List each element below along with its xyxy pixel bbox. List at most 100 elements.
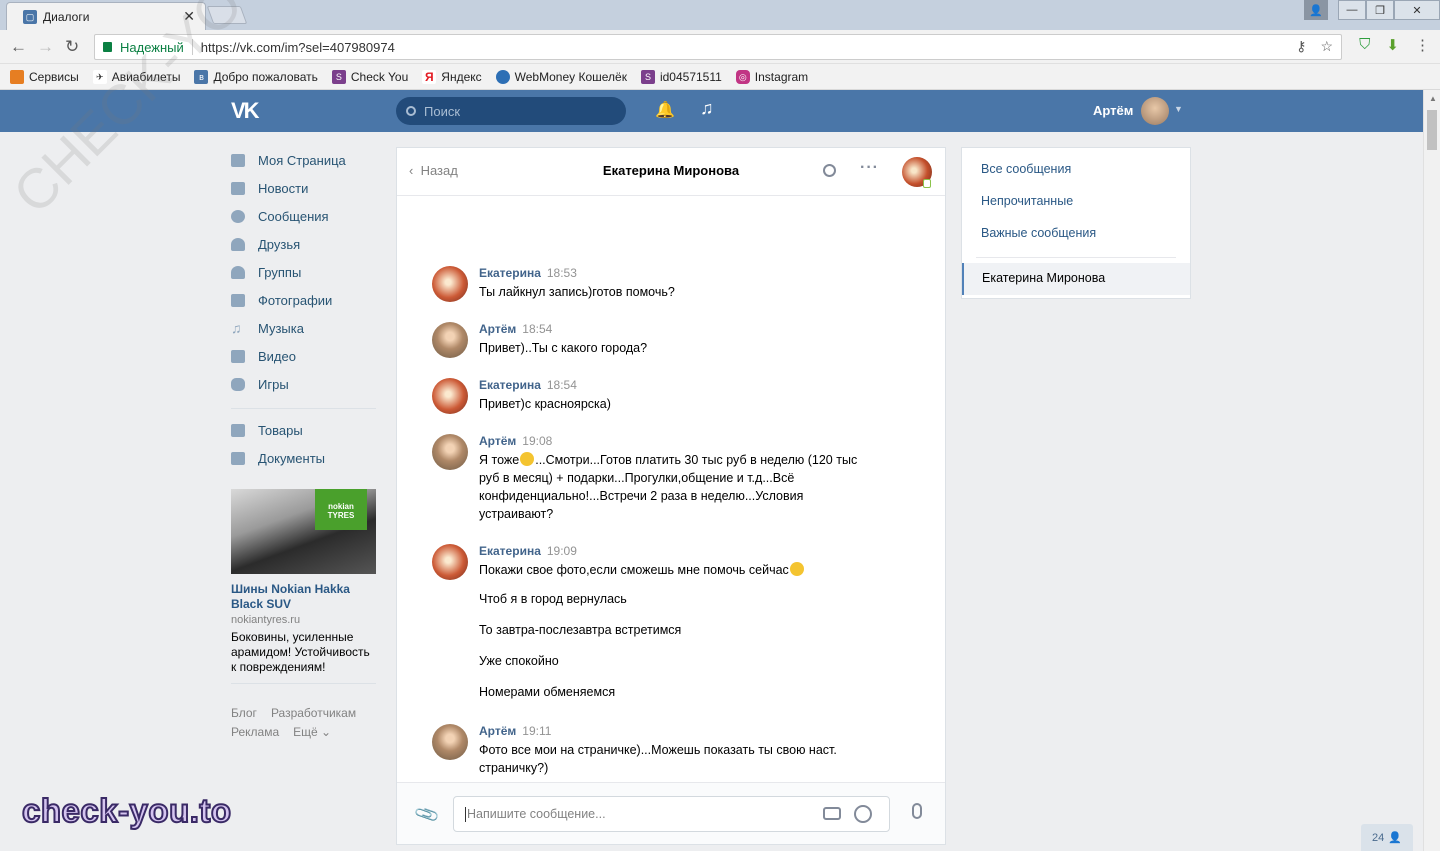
bookmark-star-icon[interactable]: ☆ [1320, 38, 1333, 55]
bookmark-yandex[interactable]: Я Яндекс [422, 69, 482, 84]
window-controls: 👤 — ❐ ✕ [1304, 0, 1440, 20]
active-dialog[interactable]: Екатерина Миронова [962, 263, 1190, 295]
search-icon[interactable] [823, 164, 836, 177]
ad-title[interactable]: Шины Nokian Hakka Black SUV [231, 582, 376, 612]
message-time: 19:08 [522, 434, 553, 448]
left-menu: Моя Страница Новости Сообщения Друзья Гр… [231, 146, 376, 472]
download-extension-icon[interactable]: ⬇ [1386, 36, 1399, 54]
profile-icon[interactable]: 👤 [1304, 0, 1328, 20]
vk-logo-icon[interactable]: VK [231, 98, 260, 124]
menu-item-music[interactable]: ♫ Музыка [231, 314, 376, 342]
online-friends-badge[interactable]: 24 👤 [1361, 824, 1413, 851]
key-icon[interactable]: ⚷ [1296, 38, 1306, 55]
microphone-icon[interactable] [912, 803, 922, 819]
search-input[interactable]: Поиск [396, 97, 626, 125]
video-icon [231, 349, 245, 363]
ad-domain[interactable]: nokiantyres.ru [231, 614, 376, 626]
music-note-icon[interactable]: ♫ [700, 98, 714, 119]
smile-emoji-icon [520, 452, 535, 466]
message-time: 18:53 [546, 266, 577, 280]
paperclip-icon[interactable]: 📎 [413, 801, 441, 829]
message-text: Покажи свое фото,если сможешь мне помочь… [479, 561, 869, 579]
avatar[interactable] [432, 322, 468, 358]
emoji-icon[interactable] [854, 805, 872, 823]
camera-icon[interactable] [823, 807, 841, 820]
scrollbar-thumb[interactable] [1427, 110, 1437, 150]
menu-item-documents[interactable]: Документы [231, 444, 376, 472]
more-dots-icon[interactable]: ··· [860, 159, 879, 177]
menu-dots-icon[interactable]: ⋮ [1415, 36, 1430, 54]
message-list: Екатерина 18:53 Ты лайкнул запись)готов п… [397, 197, 945, 782]
bag-icon [231, 423, 245, 437]
message-author[interactable]: Екатерина 18:53 [479, 266, 577, 280]
footer-dev-link[interactable]: Разработчикам [271, 706, 356, 720]
message-text: Уже спокойно [479, 654, 559, 668]
page-scrollbar[interactable]: ▲ [1423, 90, 1440, 851]
vk-favicon-icon: ▢ [23, 9, 37, 24]
filter-important[interactable]: Важные сообщения [981, 226, 1096, 240]
forward-arrow-icon[interactable]: → [37, 37, 54, 57]
menu-item-my-page[interactable]: Моя Страница [231, 146, 376, 174]
maximize-button[interactable]: ❐ [1366, 0, 1394, 20]
message-time: 18:54 [522, 322, 553, 336]
ad-text: Боковины, усиленные арамидом! Устойчивос… [231, 630, 370, 674]
menu-item-news[interactable]: Новости [231, 174, 376, 202]
menu-item-video[interactable]: Видео [231, 342, 376, 370]
back-arrow-icon[interactable]: ← [10, 37, 27, 57]
messages-icon [231, 209, 245, 223]
filter-all-messages[interactable]: Все сообщения [981, 162, 1071, 176]
url-text[interactable]: https://vk.com/im?sel=407980974 [201, 40, 395, 55]
address-bar[interactable]: Надежный https://vk.com/im?sel=407980974… [94, 34, 1342, 60]
bookmark-id[interactable]: Sid04571511 [640, 69, 722, 84]
close-tab-icon[interactable]: ✕ [183, 8, 195, 25]
ad-block[interactable]: nokian TYRES Шины Nokian Hakka Black SUV … [231, 489, 376, 684]
shield-extension-icon[interactable]: ⛉ [1359, 36, 1370, 54]
menu-item-groups[interactable]: Группы [231, 258, 376, 286]
message-text: Я тоже ...Смотри...Готов платить 30 тыс р… [479, 452, 858, 521]
avatar[interactable] [432, 434, 468, 470]
camera-icon [231, 293, 245, 307]
menu-item-friends[interactable]: Друзья [231, 230, 376, 258]
message-text: То завтра-послезавтра встретимся [479, 623, 682, 637]
scroll-up-icon[interactable]: ▲ [1429, 94, 1437, 103]
message-text: Привет)с красноярска) [479, 397, 611, 411]
new-tab-button[interactable] [206, 6, 248, 24]
menu-item-goods[interactable]: Товары [231, 416, 376, 444]
yandex-icon: Я [422, 69, 437, 84]
browser-toolbar: ← → ↻ Надежный https://vk.com/im?sel=407… [0, 30, 1440, 64]
bookmark-services[interactable]: Сервисы [10, 69, 79, 84]
filter-unread[interactable]: Непрочитанные [981, 194, 1073, 208]
avatar[interactable] [1141, 97, 1169, 125]
bookmark-instagram[interactable]: ◎ Instagram [735, 69, 808, 84]
message-author[interactable]: Артём 19:08 [479, 434, 552, 448]
minimize-button[interactable]: — [1338, 0, 1366, 20]
checkyou-icon: S [331, 69, 346, 84]
menu-item-photos[interactable]: Фотографии [231, 286, 376, 314]
chevron-down-icon[interactable]: ▼ [1174, 104, 1183, 114]
message-time: 18:54 [546, 378, 577, 392]
header-user-name[interactable]: Артём [1093, 103, 1133, 118]
ad-image[interactable]: nokian TYRES [231, 489, 376, 574]
footer-blog-link[interactable]: Блог [231, 706, 257, 720]
close-window-button[interactable]: ✕ [1394, 0, 1440, 20]
message-author[interactable]: Екатерина 19:09 [479, 544, 577, 558]
browser-tab[interactable]: ▢ Диалоги ✕ [6, 2, 206, 30]
avatar[interactable] [432, 266, 468, 302]
bookmark-vk[interactable]: в Добро пожаловать [194, 69, 318, 84]
bookmark-webmoney[interactable]: WebMoney Кошелёк [495, 69, 627, 84]
bookmark-checkyou[interactable]: S Check You [331, 69, 408, 84]
message-author[interactable]: Артём 19:11 [479, 724, 551, 738]
reload-icon[interactable]: ↻ [65, 37, 79, 57]
avatar[interactable] [432, 378, 468, 414]
menu-item-messages[interactable]: Сообщения [231, 202, 376, 230]
bell-icon[interactable]: 🔔 [655, 100, 675, 120]
panel-divider [976, 257, 1176, 258]
bookmark-avia[interactable]: ✈ Авиабилеты [92, 69, 180, 84]
message-author[interactable]: Артём 18:54 [479, 322, 552, 336]
menu-item-games[interactable]: Игры [231, 370, 376, 398]
avatar[interactable] [432, 724, 468, 760]
avatar[interactable] [432, 544, 468, 580]
footer-more-link[interactable]: Ещё ⌄ [293, 725, 331, 739]
message-author[interactable]: Екатерина 18:54 [479, 378, 577, 392]
footer-ads-link[interactable]: Реклама [231, 725, 279, 739]
